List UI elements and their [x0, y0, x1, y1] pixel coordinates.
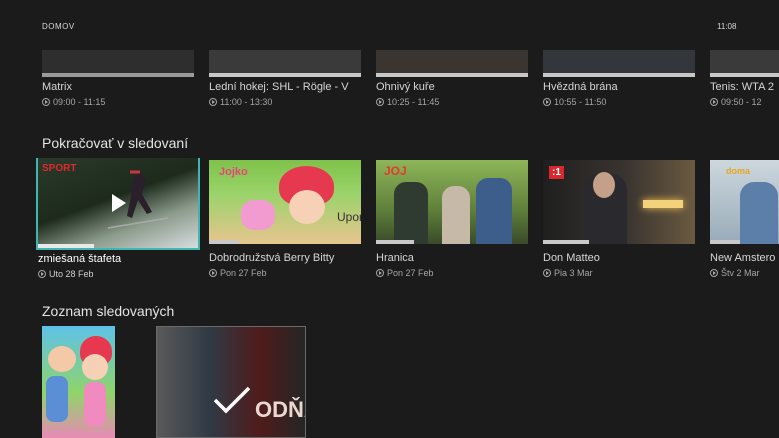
poster-text: ODŇA — [255, 397, 305, 422]
play-circle-icon — [543, 98, 551, 106]
program-title: Ohnivý kuře — [376, 81, 435, 93]
continue-thumbnail: doma — [710, 160, 779, 244]
play-circle-icon — [543, 269, 551, 277]
continue-title: New Amstero — [710, 252, 776, 264]
watchlist-poster-selected[interactable]: ODŇA — [156, 326, 306, 438]
check-icon — [213, 386, 251, 414]
program-thumbnail — [42, 50, 194, 77]
program-thumbnail — [376, 50, 528, 77]
channel-logo: JOJ — [384, 164, 407, 178]
channel-logo: doma — [726, 166, 751, 176]
continue-thumbnail: Jojko UporeS — [209, 160, 361, 244]
program-time: 10:25 - 11:45 — [376, 97, 439, 107]
continue-card-focused[interactable]: SPORT zmiešaná štafeta Uto 28 Feb — [36, 158, 200, 279]
program-title: Lední hokej: SHL - Rögle - V — [209, 81, 349, 93]
channel-logo: :1 — [549, 166, 564, 179]
play-circle-icon — [710, 269, 718, 277]
program-thumbnail — [209, 50, 361, 77]
play-circle-icon — [42, 98, 50, 106]
continue-date: Štv 2 Mar — [710, 268, 760, 278]
overlay-text: UporeS — [337, 210, 361, 224]
play-icon — [112, 194, 126, 212]
play-circle-icon — [376, 98, 384, 106]
continue-title: Don Matteo — [543, 252, 600, 264]
continue-date: Pon 27 Feb — [209, 268, 267, 278]
progress-bar — [543, 240, 589, 244]
continue-date: Uto 28 Feb — [38, 269, 94, 279]
program-title: Tenis: WTA 2 — [710, 81, 774, 93]
watchlist-poster[interactable] — [42, 326, 115, 438]
channel-logo: Jojko — [219, 166, 248, 178]
play-circle-icon — [209, 98, 217, 106]
play-circle-icon — [376, 269, 384, 277]
progress-bar — [376, 240, 414, 244]
program-title: Matrix — [42, 81, 72, 93]
program-title: Hvězdná brána — [543, 81, 618, 93]
clock: 11:08 — [717, 22, 737, 31]
progress-bar — [209, 240, 240, 244]
continue-thumbnail: :1 — [543, 160, 695, 244]
continue-title: Hranica — [376, 252, 414, 264]
breadcrumb: DOMOV — [42, 22, 75, 31]
top-bar: DOMOV 11:08 — [0, 0, 779, 50]
continue-thumbnail: SPORT — [38, 158, 198, 248]
continue-date: Pon 27 Feb — [376, 268, 434, 278]
continue-title: Dobrodružstvá Berry Bitty — [209, 252, 335, 264]
progress-bar — [38, 244, 94, 248]
program-time: 09:50 - 12 — [710, 97, 762, 107]
continue-heading: Pokračovať v sledovaní — [42, 135, 189, 151]
program-time: 11:00 - 13:30 — [209, 97, 272, 107]
continue-date: Pia 3 Mar — [543, 268, 593, 278]
program-time: 10:55 - 11:50 — [543, 97, 606, 107]
program-thumbnail — [543, 50, 695, 77]
live-row: Matrix 09:00 - 11:15 Lední hokej: SHL - … — [0, 50, 779, 112]
play-circle-icon — [38, 270, 46, 278]
progress-bar — [710, 240, 741, 244]
watchlist-heading: Zoznam sledovaných — [42, 303, 175, 319]
play-circle-icon — [710, 98, 718, 106]
play-circle-icon — [209, 269, 217, 277]
watchlist-row: ODŇA — [0, 326, 779, 438]
continue-title: zmiešaná štafeta — [38, 253, 122, 265]
continue-row: SPORT zmiešaná štafeta Uto 28 Feb Jojko … — [0, 158, 779, 284]
continue-thumbnail: JOJ — [376, 160, 528, 244]
program-thumbnail — [710, 50, 779, 77]
program-time: 09:00 - 11:15 — [42, 97, 105, 107]
